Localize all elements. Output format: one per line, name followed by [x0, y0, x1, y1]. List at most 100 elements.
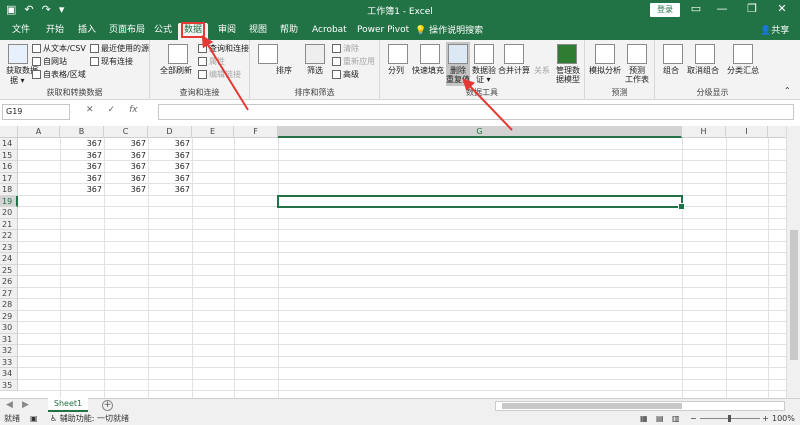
cell-b14[interactable]: 367 — [60, 138, 102, 149]
row-header-30[interactable]: 30 — [0, 322, 18, 334]
row-header-27[interactable]: 27 — [0, 287, 18, 299]
row-header-26[interactable]: 26 — [0, 276, 18, 288]
row-header-31[interactable]: 31 — [0, 333, 18, 345]
advanced-button[interactable]: 高级 — [332, 70, 359, 80]
cell-b16[interactable]: 367 — [60, 161, 102, 172]
cell-d18[interactable]: 367 — [148, 184, 190, 195]
properties-button[interactable]: 属性 — [198, 57, 225, 67]
cell-d17[interactable]: 367 — [148, 173, 190, 184]
row-header-19[interactable]: 19 — [0, 195, 18, 207]
data-validation-icon[interactable] — [474, 44, 494, 64]
relationships-label[interactable]: 关系 — [534, 66, 550, 76]
row-header-15[interactable]: 15 — [0, 149, 18, 161]
zoom-level[interactable]: 100% — [772, 412, 795, 425]
cell-c15[interactable]: 367 — [104, 150, 146, 161]
flash-fill-icon[interactable] — [420, 44, 440, 64]
queries-connections-button[interactable]: 查询和连接 — [198, 44, 249, 54]
cell-d15[interactable]: 367 — [148, 150, 190, 161]
zoom-slider-thumb[interactable] — [728, 415, 731, 422]
formula-input[interactable] — [158, 104, 794, 120]
page-break-view-icon[interactable]: ▥ — [672, 412, 680, 425]
row-header-24[interactable]: 24 — [0, 253, 18, 265]
tab-power-pivot[interactable]: Power Pivot — [355, 23, 411, 40]
tab-view[interactable]: 视图 — [247, 23, 269, 40]
get-data-icon[interactable] — [8, 44, 28, 64]
filter-label[interactable]: 筛选 — [307, 66, 323, 76]
cell-c18[interactable]: 367 — [104, 184, 146, 195]
sort-az-icon[interactable] — [258, 44, 278, 64]
data-model-icon[interactable] — [557, 44, 577, 64]
add-sheet-button[interactable]: + — [102, 400, 113, 411]
row-header-18[interactable]: 18 — [0, 184, 18, 196]
consolidate-label[interactable]: 合并计算 — [498, 66, 530, 76]
ungroup-label[interactable]: 取消组合 — [687, 66, 719, 76]
row-header-34[interactable]: 34 — [0, 368, 18, 380]
prev-sheet-icon[interactable]: ◀ — [6, 400, 13, 410]
minimize-button[interactable]: — — [712, 2, 732, 15]
get-data-label-2[interactable]: 据 ▾ — [10, 76, 25, 86]
recent-sources-button[interactable]: 最近使用的源 — [90, 44, 149, 54]
login-button[interactable]: 登录 — [650, 3, 680, 17]
sheet-tab-sheet1[interactable]: Sheet1 — [48, 398, 88, 412]
vertical-scroll-thumb[interactable] — [790, 230, 798, 360]
row-header-32[interactable]: 32 — [0, 345, 18, 357]
subtotal-icon[interactable] — [733, 44, 753, 64]
row-header-21[interactable]: 21 — [0, 218, 18, 230]
column-header-c[interactable]: C — [104, 126, 148, 138]
row-header-16[interactable]: 16 — [0, 161, 18, 173]
horizontal-scroll-thumb[interactable] — [502, 403, 682, 409]
from-csv-button[interactable]: 从文本/CSV — [32, 44, 86, 54]
data-validation-label-2[interactable]: 证 ▾ — [476, 75, 491, 85]
tell-me-search[interactable]: 💡 操作说明搜索 — [415, 23, 483, 36]
cell-c14[interactable]: 367 — [104, 138, 146, 149]
clear-button[interactable]: 清除 — [332, 44, 359, 54]
collapse-ribbon-icon[interactable]: ⌃ — [784, 86, 791, 96]
row-header-23[interactable]: 23 — [0, 241, 18, 253]
row-header-35[interactable]: 35 — [0, 379, 18, 391]
cell-d16[interactable]: 367 — [148, 161, 190, 172]
from-table-button[interactable]: 自表格/区域 — [32, 70, 86, 80]
sort-label[interactable]: 排序 — [276, 66, 292, 76]
cancel-icon[interactable]: ✕ — [86, 105, 94, 115]
ungroup-icon[interactable] — [695, 44, 715, 64]
tab-acrobat[interactable]: Acrobat — [310, 23, 349, 40]
row-header-29[interactable]: 29 — [0, 310, 18, 322]
zoom-in-button[interactable]: + — [762, 412, 769, 425]
normal-view-icon[interactable]: ▦ — [640, 412, 648, 425]
restore-button[interactable]: ❐ — [742, 2, 762, 15]
tab-file[interactable]: 文件 — [10, 23, 32, 40]
tab-insert[interactable]: 插入 — [76, 23, 98, 40]
column-header-b[interactable]: B — [60, 126, 104, 138]
row-header-20[interactable]: 20 — [0, 207, 18, 219]
tab-formulas[interactable]: 公式 — [152, 23, 174, 40]
forecast-sheet-label-2[interactable]: 工作表 — [625, 75, 649, 85]
filter-icon[interactable] — [305, 44, 325, 64]
manage-model-label-2[interactable]: 据模型 — [556, 75, 580, 85]
macro-record-icon[interactable]: ▣ — [30, 412, 38, 425]
accessibility-status[interactable]: ♿ 辅助功能: 一切就绪 — [50, 412, 129, 425]
row-header-17[interactable]: 17 — [0, 172, 18, 184]
text-to-columns-icon[interactable] — [388, 44, 408, 64]
cell-d14[interactable]: 367 — [148, 138, 190, 149]
cell-b15[interactable]: 367 — [60, 150, 102, 161]
forecast-sheet-icon[interactable] — [627, 44, 647, 64]
cell-c16[interactable]: 367 — [104, 161, 146, 172]
tab-review[interactable]: 审阅 — [216, 23, 238, 40]
what-if-icon[interactable] — [595, 44, 615, 64]
column-header-e[interactable]: E — [192, 126, 234, 138]
consolidate-icon[interactable] — [504, 44, 524, 64]
row-header-22[interactable]: 22 — [0, 230, 18, 242]
group-button-label[interactable]: 组合 — [663, 66, 679, 76]
cell-c17[interactable]: 367 — [104, 173, 146, 184]
share-button[interactable]: 👤共享 — [760, 23, 789, 36]
existing-connections-button[interactable]: 现有连接 — [90, 57, 133, 67]
column-header-a[interactable]: A — [18, 126, 60, 138]
cell-b17[interactable]: 367 — [60, 173, 102, 184]
reapply-button[interactable]: 重新应用 — [332, 57, 375, 67]
worksheet-grid[interactable]: A B C D E F G H I 14 15 16 17 18 19 20 21 22 23 24… — [0, 126, 786, 398]
split-label[interactable]: 分列 — [388, 66, 404, 76]
column-header-d[interactable]: D — [148, 126, 192, 138]
selected-cell-g19[interactable] — [277, 195, 685, 210]
tab-home[interactable]: 开始 — [44, 23, 66, 40]
flash-fill-label[interactable]: 快速填充 — [412, 66, 444, 76]
